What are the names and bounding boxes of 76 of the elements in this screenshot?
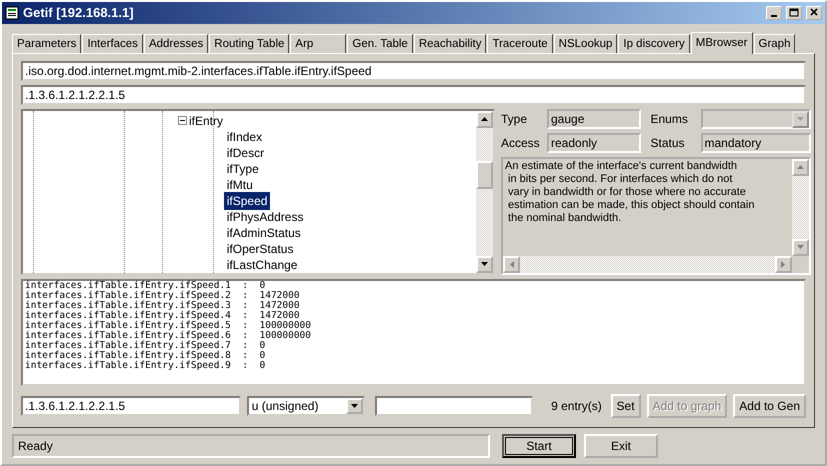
tree-item[interactable]: ifEntry [189, 112, 224, 130]
scroll-thumb[interactable] [476, 160, 493, 189]
tab[interactable]: NSLookup [554, 34, 618, 53]
tab[interactable]: Traceroute [487, 34, 553, 53]
down-arrow-icon [481, 262, 488, 266]
oid-number-field[interactable]: .1.3.6.1.2.1.2.2.1.5 [21, 84, 806, 105]
tab[interactable]: Interfaces [82, 34, 143, 53]
close-icon [809, 8, 819, 18]
oid-name-field[interactable]: .iso.org.dod.internet.mgmt.mib-2.interfaces.ifTable.ifEntry.ifSpeed [21, 60, 806, 81]
field-label: Status [650, 134, 686, 152]
minimize-icon [771, 14, 777, 17]
scroll-right-button[interactable] [774, 256, 792, 273]
window-title: Getif [192.168.1.1] [23, 4, 134, 22]
field-label: Type [501, 110, 528, 128]
scroll-up-button[interactable] [476, 110, 493, 128]
status-field: mandatory [700, 132, 810, 153]
field-label: Enums [650, 110, 689, 128]
tree-item[interactable]: ifLastChange [224, 256, 300, 274]
up-arrow-icon [796, 165, 804, 170]
close-button[interactable] [806, 6, 822, 20]
tree-item[interactable]: ifOperStatus [224, 240, 296, 258]
tab[interactable]: Parameters [12, 34, 82, 53]
scrollbar[interactable] [476, 110, 493, 273]
tree-item[interactable]: ifSpeed [224, 192, 270, 210]
up-arrow-icon [481, 117, 488, 122]
result-line: interfaces.ifTable.ifEntry.ifSpeed.5 : 100000000 [25, 320, 312, 331]
type-field: gauge [547, 108, 641, 129]
tree-item[interactable]: ifIndex [224, 128, 265, 146]
tree-item[interactable]: ifPhysAddress [224, 208, 306, 226]
tab[interactable]: Gen. Table [347, 34, 413, 53]
result-line: interfaces.ifTable.ifEntry.ifSpeed.6 : 100000000 [25, 330, 312, 341]
tab[interactable]: Ip discovery [618, 34, 690, 53]
entry-count: 9 entry(s) [551, 398, 602, 415]
action-button[interactable]: Add to Gen [733, 394, 806, 418]
result-line: interfaces.ifTable.ifEntry.ifSpeed.9 : 0 [25, 360, 266, 371]
down-arrow-icon [796, 117, 804, 122]
tab[interactable]: Reachability [414, 34, 486, 53]
result-line: interfaces.ifTable.ifEntry.ifSpeed.4 : 1472000 [25, 310, 301, 321]
description-text: An estimate of the interface's current bandwidth in bits per second. For interfaces which do not vary in bandwidth or for those where no accurate estimation can be made, this object should contain the nominal bandwidth. [504, 158, 756, 226]
left-arrow-icon [510, 260, 514, 268]
scroll-left-button[interactable] [503, 256, 520, 273]
expander-icon[interactable] [178, 116, 187, 126]
tree-item[interactable]: ifAdminStatus [224, 224, 304, 242]
maximize-icon [789, 8, 799, 18]
maximize-button[interactable] [786, 6, 802, 20]
scrollbar[interactable] [503, 256, 792, 273]
tree-item[interactable]: ifMtu [224, 176, 256, 194]
result-line: interfaces.ifTable.ifEntry.ifSpeed.1 : 0 [25, 280, 266, 291]
right-arrow-icon [781, 260, 785, 268]
type-dropdown[interactable]: u (unsigned) [247, 396, 365, 416]
status-bar: Ready [12, 434, 490, 458]
tab[interactable]: Arp [290, 34, 346, 53]
down-arrow-icon [351, 404, 358, 408]
result-line: interfaces.ifTable.ifEntry.ifSpeed.2 : 1472000 [25, 290, 301, 301]
field-label: Access [501, 134, 541, 152]
access-field: readonly [547, 132, 641, 153]
set-oid-field[interactable]: .1.3.6.1.2.1.2.2.1.5 [21, 396, 241, 416]
result-line: interfaces.ifTable.ifEntry.ifSpeed.3 : 1472000 [25, 300, 301, 311]
tree-item[interactable]: ifDescr [224, 144, 267, 162]
dropdown-value: u (unsigned) [250, 398, 320, 414]
enums-dropdown[interactable] [700, 108, 810, 129]
minimize-button[interactable] [766, 6, 782, 20]
down-arrow-icon [796, 245, 804, 250]
result-line: interfaces.ifTable.ifEntry.ifSpeed.8 : 0 [25, 350, 266, 361]
footer-button[interactable]: Start [502, 434, 576, 458]
tab[interactable]: Graph [754, 34, 796, 53]
tab[interactable]: Routing Table [209, 34, 290, 53]
tab[interactable]: Addresses [144, 34, 208, 53]
app-icon [5, 6, 19, 20]
value-field[interactable] [375, 396, 533, 416]
result-line: interfaces.ifTable.ifEntry.ifSpeed.7 : 0 [25, 340, 266, 351]
action-button[interactable]: Set [610, 394, 641, 418]
scroll-down-button[interactable] [476, 256, 493, 273]
tab[interactable]: MBrowser [690, 32, 753, 54]
footer-button[interactable]: Exit [584, 434, 658, 458]
tree-item[interactable]: ifType [224, 160, 262, 178]
